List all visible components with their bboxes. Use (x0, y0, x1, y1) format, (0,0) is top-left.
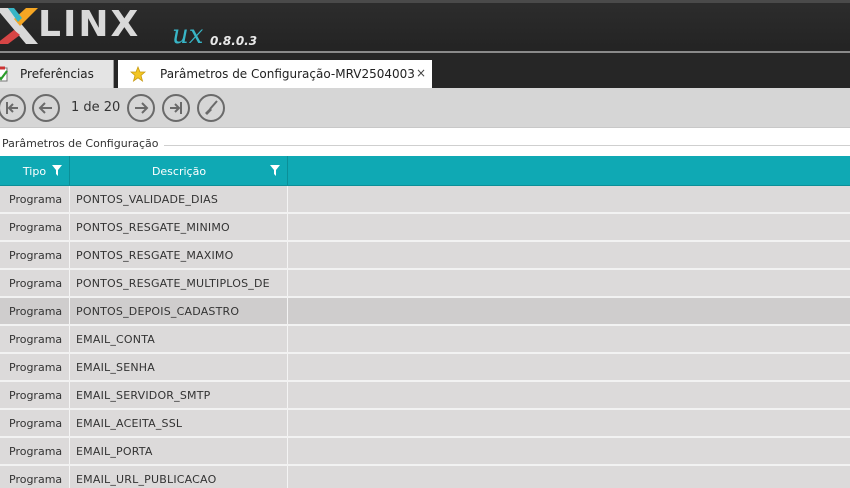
cell-descricao: PONTOS_DEPOIS_CADASTRO (71, 298, 288, 324)
cell-empty (289, 298, 850, 324)
column-header-tipo[interactable]: Tipo (0, 156, 70, 186)
filter-icon[interactable] (270, 165, 280, 176)
cell-empty (289, 354, 850, 380)
cell-tipo: Programa (0, 298, 70, 324)
next-page-icon (135, 102, 149, 114)
table-row[interactable]: Programa PONTOS_RESGATE_MINIMO (0, 214, 850, 242)
logo-ux-text: ux (172, 20, 204, 50)
table-row[interactable]: Programa PONTOS_RESGATE_MAXIMO (0, 242, 850, 270)
cell-descricao: PONTOS_RESGATE_MINIMO (71, 214, 288, 240)
cell-tipo: Programa (0, 410, 70, 436)
grid-body: Programa PONTOS_VALIDADE_DIAS Programa PONT… (0, 186, 850, 488)
cell-descricao: EMAIL_PORTA (71, 438, 288, 464)
cell-descricao: EMAIL_SENHA (71, 354, 288, 380)
column-header-empty (289, 156, 850, 186)
last-page-icon (170, 102, 182, 114)
section-header: Parâmetros de Configuração (0, 128, 850, 156)
tab-close-icon[interactable]: × (416, 66, 426, 80)
grid-header: Tipo Descrição (0, 156, 850, 186)
previous-page-icon (38, 102, 52, 114)
last-page-button[interactable] (162, 94, 190, 122)
cell-descricao: EMAIL_SERVIDOR_SMTP (71, 382, 288, 408)
first-page-icon (6, 102, 18, 114)
cell-tipo: Programa (0, 242, 70, 268)
linx-logo: LINX ux 0.8.0.3 (0, 4, 258, 50)
table-row[interactable]: Programa EMAIL_PORTA (0, 438, 850, 466)
column-header-descricao[interactable]: Descrição (71, 156, 288, 186)
previous-page-button[interactable] (32, 94, 60, 122)
column-header-descricao-label: Descrição (151, 164, 207, 178)
cell-tipo: Programa (0, 326, 70, 352)
table-row[interactable]: Programa EMAIL_SERVIDOR_SMTP (0, 382, 850, 410)
cell-descricao: PONTOS_VALIDADE_DIAS (71, 186, 288, 212)
cell-empty (289, 186, 850, 212)
tab-preferencias[interactable]: Preferências (0, 60, 114, 88)
section-title: Parâmetros de Configuração (2, 137, 165, 150)
filter-icon[interactable] (52, 165, 62, 176)
first-page-button[interactable] (0, 94, 26, 122)
app-header: LINX ux 0.8.0.3 (0, 0, 850, 53)
page-indicator: 1 de 20 (71, 100, 121, 115)
section-divider (160, 145, 850, 146)
pagination-toolbar: 1 de 20 (0, 88, 850, 128)
logo-text: LINX (38, 4, 141, 45)
cell-empty (289, 270, 850, 296)
cell-descricao: EMAIL_CONTA (71, 326, 288, 352)
cell-empty (289, 410, 850, 436)
cell-empty (289, 242, 850, 268)
star-icon (130, 66, 146, 82)
tab-preferencias-label: Preferências (20, 67, 94, 81)
table-row[interactable]: Programa EMAIL_URL_PUBLICACAO (0, 466, 850, 488)
table-row[interactable]: Programa PONTOS_VALIDADE_DIAS (0, 186, 850, 214)
tab-parametros-configuracao[interactable]: Parâmetros de Configuração-MRV2504003 × (118, 60, 432, 88)
cell-descricao: PONTOS_RESGATE_MULTIPLOS_DE (71, 270, 288, 296)
cell-empty (289, 214, 850, 240)
cell-descricao: PONTOS_RESGATE_MAXIMO (71, 242, 288, 268)
clear-filter-button[interactable] (197, 94, 225, 122)
tab-parametros-label: Parâmetros de Configuração-MRV2504003 (160, 67, 415, 81)
column-header-tipo-label: Tipo (22, 164, 47, 178)
table-row[interactable]: Programa EMAIL_SENHA (0, 354, 850, 382)
cell-tipo: Programa (0, 214, 70, 240)
header-top-border (0, 0, 850, 3)
parameters-grid: Tipo Descrição Programa PONTOS_VALIDADE_D… (0, 156, 850, 488)
table-row[interactable]: Programa EMAIL_ACEITA_SSL (0, 410, 850, 438)
cell-descricao: EMAIL_ACEITA_SSL (71, 410, 288, 436)
cell-descricao: EMAIL_URL_PUBLICACAO (71, 466, 288, 488)
cell-empty (289, 382, 850, 408)
cell-empty (289, 466, 850, 488)
broom-icon (205, 100, 218, 115)
cell-tipo: Programa (0, 186, 70, 212)
cell-tipo: Programa (0, 354, 70, 380)
table-row[interactable]: Programa PONTOS_DEPOIS_CADASTRO (0, 298, 850, 326)
cell-empty (289, 438, 850, 464)
cell-tipo: Programa (0, 382, 70, 408)
cell-empty (289, 326, 850, 352)
table-row[interactable]: Programa PONTOS_RESGATE_MULTIPLOS_DE (0, 270, 850, 298)
app-window: LINX ux 0.8.0.3 Preferências Parâmetros … (0, 0, 850, 488)
app-version: 0.8.0.3 (210, 34, 258, 48)
tab-bar: Preferências Parâmetros de Configuração-… (0, 53, 850, 88)
cell-tipo: Programa (0, 438, 70, 464)
next-page-button[interactable] (127, 94, 155, 122)
cell-tipo: Programa (0, 270, 70, 296)
table-row[interactable]: Programa EMAIL_CONTA (0, 326, 850, 354)
preferences-checklist-icon (0, 66, 8, 82)
cell-tipo: Programa (0, 466, 70, 488)
